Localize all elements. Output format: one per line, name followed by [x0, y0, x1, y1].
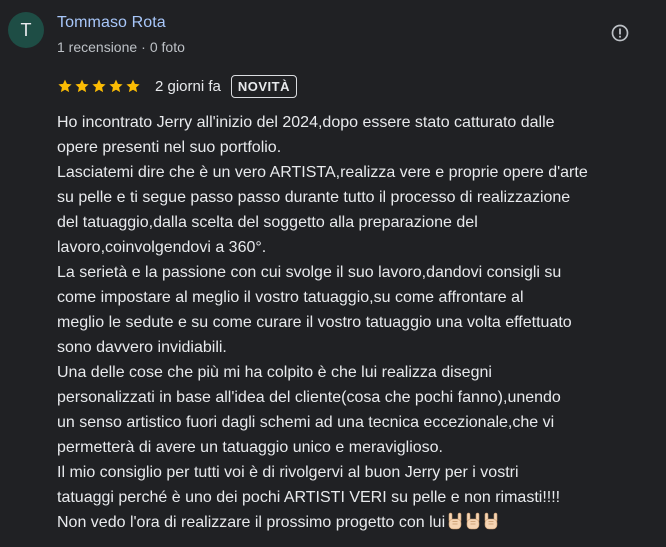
review-line: Ho incontrato Jerry all'inizio del 2024,… — [57, 114, 555, 131]
rating-row: 2 giorni fa NOVITÀ — [57, 73, 297, 99]
reviewer-meta: 1 recensione · 0 foto — [57, 39, 185, 55]
star-icon — [58, 79, 72, 93]
review-line: permetterà di avere un tatuaggio unico e… — [57, 439, 443, 456]
sign-of-horns-icon — [466, 512, 480, 530]
sign-of-horns-icon — [484, 512, 498, 530]
review-card: T Tommaso Rota 1 recensione · 0 foto 2 gio… — [0, 0, 666, 547]
review-date: 2 giorni fa — [155, 77, 221, 95]
review-line: Lasciatemi dire che è un vero ARTISTA,re… — [57, 164, 588, 181]
meta-separator: · — [141, 39, 146, 55]
review-count: 1 recensione — [57, 39, 138, 55]
review-text: Ho incontrato Jerry all'inizio del 2024,… — [57, 110, 647, 535]
new-badge: NOVITÀ — [230, 74, 297, 98]
review-line: opere presenti nel suo portfolio. — [57, 139, 282, 156]
review-line: meglio le sedute e su come curare il vos… — [57, 314, 572, 331]
review-line: del tatuaggio,dalla scelta del soggetto … — [57, 214, 478, 231]
review-line: sono davvero invidiabili. — [57, 339, 227, 356]
star-icon — [75, 79, 89, 93]
star-icon — [92, 79, 106, 93]
review-line: un senso artistico fuori dagli schemi ad… — [57, 414, 555, 431]
star-icon — [126, 79, 140, 93]
sign-of-horns-icon — [448, 512, 462, 530]
review-line: su pelle e ti segue passo passo durante … — [57, 189, 571, 206]
avatar[interactable]: T — [8, 12, 44, 48]
review-line: La serietà e la passione con cui svolge … — [57, 264, 562, 281]
review-line: Il mio consiglio per tutti voi è di rivo… — [57, 464, 519, 481]
review-line: come impostare al meglio il vostro tatua… — [57, 289, 524, 306]
photo-count: 0 foto — [149, 39, 185, 55]
review-line: personalizzati in base all'idea del clie… — [57, 389, 561, 406]
flag-icon[interactable] — [610, 23, 630, 43]
reviewer-name[interactable]: Tommaso Rota — [57, 14, 166, 32]
review-line: Una delle cose che più mi ha colpito è c… — [57, 364, 492, 381]
review-line: Non vedo l'ora di realizzare il prossimo… — [57, 510, 647, 535]
star-icon — [109, 79, 123, 93]
star-rating — [57, 78, 141, 94]
review-line: tatuaggi perché è uno dei pochi ARTISTI … — [57, 489, 561, 506]
review-line: lavoro,coinvolgendovi a 360°. — [57, 239, 267, 256]
